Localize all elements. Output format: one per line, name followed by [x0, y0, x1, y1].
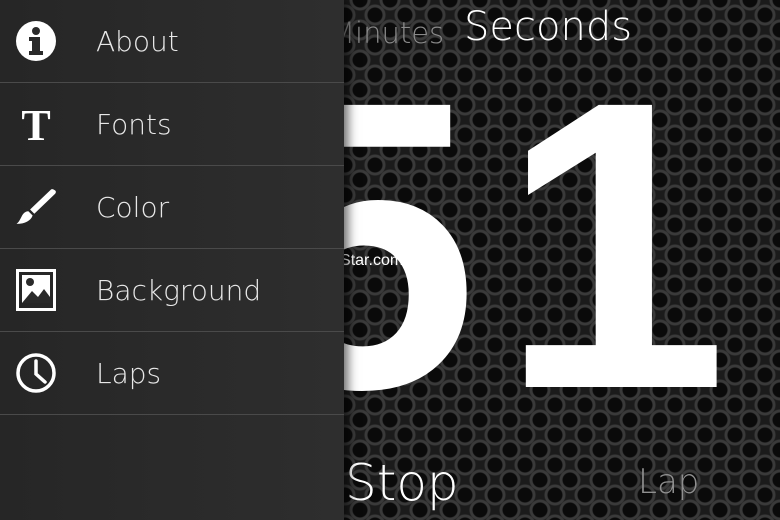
menu-label-fonts: Fonts — [96, 107, 172, 141]
menu-item-fonts[interactable]: T Fonts — [0, 83, 344, 166]
image-icon — [14, 268, 58, 312]
font-icon: T — [14, 102, 58, 146]
menu-label-color: Color — [96, 190, 170, 224]
menu-item-color[interactable]: Color — [0, 166, 344, 249]
lap-button[interactable]: Lap — [638, 462, 699, 502]
paintbrush-icon — [14, 185, 58, 229]
side-menu: About T Fonts Color Background Laps — [0, 0, 344, 520]
seconds-ones-digit: 1 — [500, 16, 729, 474]
info-icon — [14, 19, 58, 63]
menu-item-background[interactable]: Background — [0, 249, 344, 332]
svg-text:T: T — [21, 102, 50, 146]
menu-item-laps[interactable]: Laps — [0, 332, 344, 415]
menu-label-laps: Laps — [96, 356, 162, 390]
menu-label-about: About — [96, 24, 179, 58]
menu-label-background: Background — [96, 273, 262, 307]
clock-icon — [14, 351, 58, 395]
menu-item-about[interactable]: About — [0, 0, 344, 83]
stop-button[interactable]: Stop — [345, 454, 459, 512]
